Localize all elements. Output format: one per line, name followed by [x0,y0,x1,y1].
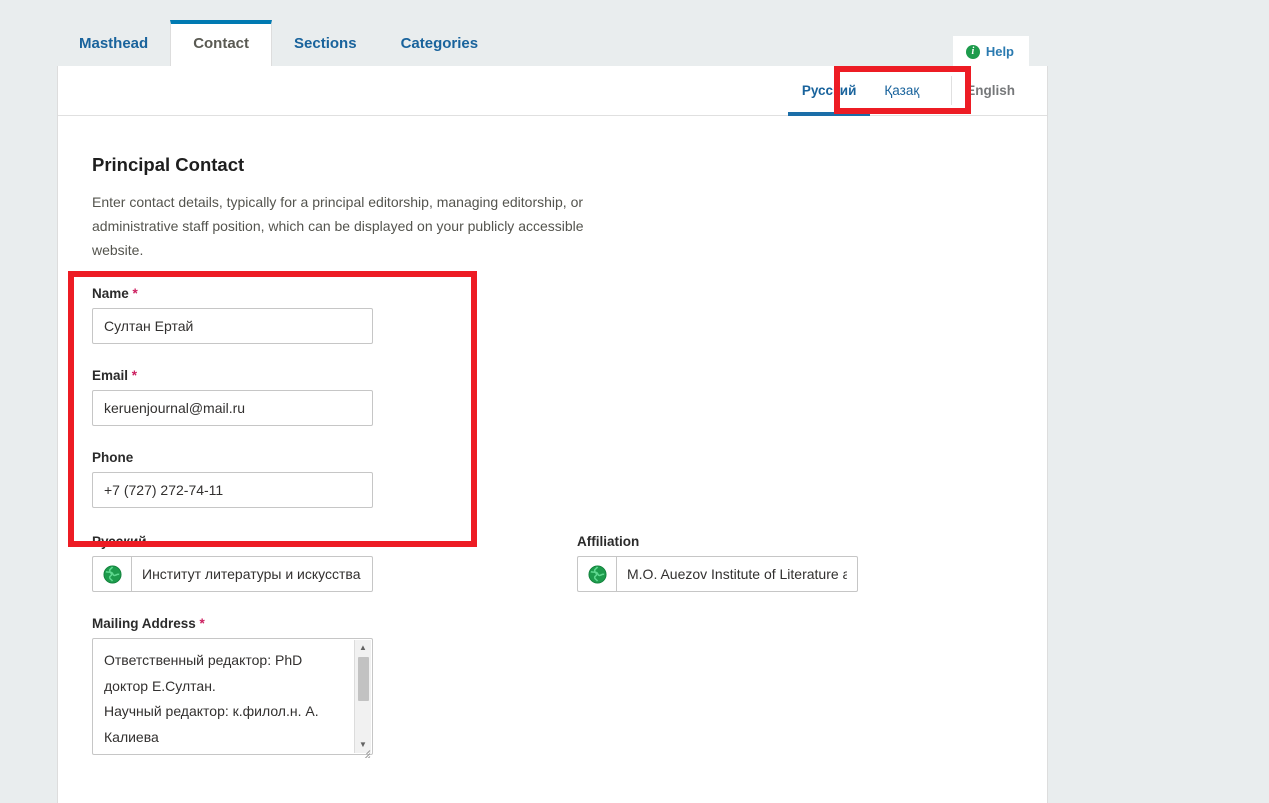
russian-input-group [92,556,373,593]
globe-icon[interactable] [577,556,616,593]
required-marker: * [199,616,205,632]
field-email: Email * [92,368,1013,427]
field-name-label-text: Name [92,286,129,302]
tab-masthead[interactable]: Masthead [57,21,170,66]
resize-grip-icon[interactable] [356,743,371,759]
field-phone: Phone [92,450,1013,509]
field-name: Name * [92,286,1013,345]
phone-input[interactable] [92,472,373,509]
app-root: Masthead Contact Sections Categories i H… [0,0,1269,803]
name-input[interactable] [92,308,373,345]
russian-input[interactable] [131,556,373,593]
scrollbar-thumb[interactable] [357,657,369,702]
language-tabs-end-spacer [1029,66,1047,115]
textarea-scrollbar[interactable]: ▲ ▼ [354,640,371,754]
field-mailing-address-label: Mailing Address * [92,616,1013,631]
field-mailing-address: Mailing Address * Ответственный редактор… [92,616,1013,760]
field-email-label-text: Email [92,368,129,384]
language-tab-kazakh[interactable]: Қазақ [870,66,933,115]
required-marker: * [132,286,138,302]
help-label: Help [985,44,1014,59]
mailing-address-wrapper: Ответственный редактор: PhD доктор Е.Сул… [92,638,373,760]
field-russian: Русский [92,534,373,593]
globe-icon[interactable] [92,556,131,593]
language-tabs: Русский Қазақ English [58,66,1047,116]
tab-categories[interactable]: Categories [379,21,501,66]
info-icon: i [965,44,980,59]
field-phone-label: Phone [92,450,134,466]
language-tab-english[interactable]: English [952,66,1029,115]
localized-fields-row: Русский Affi [92,534,1013,593]
tab-contact[interactable]: Contact [170,20,273,66]
primary-tabs: Masthead Contact Sections Categories [57,18,500,66]
language-tab-russian[interactable]: Русский [787,66,871,116]
mailing-address-textarea[interactable]: Ответственный редактор: PhD доктор Е.Сул… [92,638,373,756]
affiliation-input-group [577,556,858,593]
required-marker: * [131,368,138,384]
tab-sections[interactable]: Sections [272,21,379,66]
page-title: Principal Contact [92,154,245,175]
help-button[interactable]: i Help [952,36,1029,68]
field-name-label: Name * [92,286,1013,301]
field-affiliation-label: Affiliation [577,534,640,550]
field-mailing-address-label-text: Mailing Address [92,616,196,632]
field-affiliation: Affiliation [577,534,858,593]
affiliation-input[interactable] [616,556,858,593]
field-russian-label: Русский [92,534,147,550]
field-email-label: Email * [92,368,1013,383]
scroll-up-icon[interactable]: ▲ [359,640,367,656]
form-body: Principal Contact Enter contact details,… [58,116,1047,760]
language-tabs-spacer [933,66,951,115]
email-input[interactable] [92,390,373,427]
content-panel: Русский Қазақ English Principal Contact … [57,66,1048,803]
form-description: Enter contact details, typically for a p… [92,194,584,259]
